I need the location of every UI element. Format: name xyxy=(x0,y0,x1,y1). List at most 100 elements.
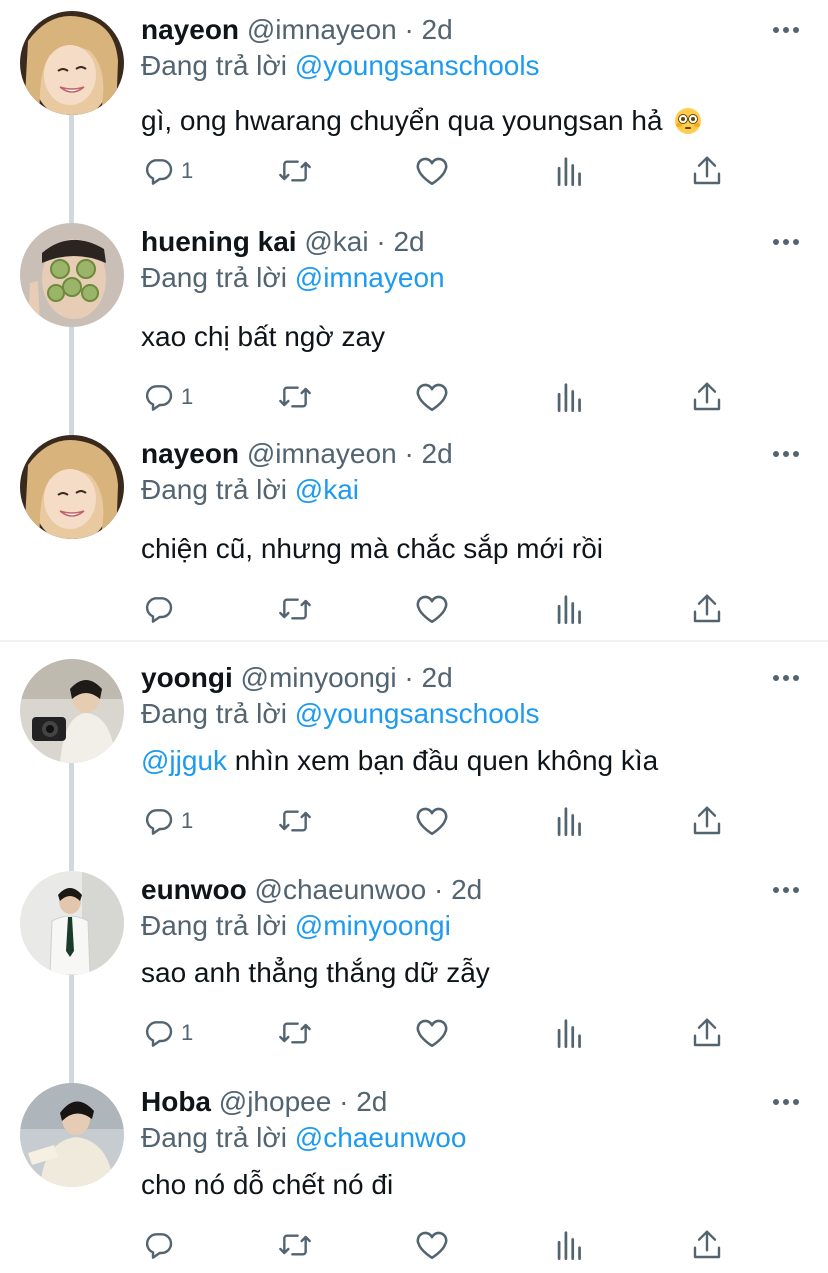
like-button[interactable] xyxy=(415,1016,449,1050)
tweet-header: nayeon @imnayeon · 2d xyxy=(141,13,453,47)
like-button[interactable] xyxy=(415,804,449,838)
retweet-icon xyxy=(279,386,311,408)
retweet-button[interactable] xyxy=(277,592,313,626)
replying-mention[interactable]: @imnayeon xyxy=(295,262,445,293)
share-button[interactable] xyxy=(692,380,722,414)
replying-mention[interactable]: @youngsanschools xyxy=(295,50,540,81)
views-button[interactable] xyxy=(556,804,584,838)
tweet-header: nayeon @imnayeon · 2d xyxy=(141,437,453,471)
reply-button[interactable] xyxy=(143,592,181,626)
views-icon xyxy=(557,1231,581,1260)
reply-button[interactable] xyxy=(143,1228,181,1262)
handle[interactable]: @minyoongi xyxy=(241,662,397,693)
separator: · xyxy=(376,226,386,257)
more-button[interactable] xyxy=(772,238,800,246)
flushed-face-emoji xyxy=(675,108,702,134)
share-icon xyxy=(693,382,721,411)
retweet-button[interactable] xyxy=(277,804,313,838)
views-button[interactable] xyxy=(556,380,584,414)
retweet-icon xyxy=(279,598,311,620)
reply-icon xyxy=(145,597,173,623)
reply-button[interactable]: 1 xyxy=(143,804,193,838)
replying-mention[interactable]: @youngsanschools xyxy=(295,698,540,729)
more-button[interactable] xyxy=(772,450,800,458)
like-button[interactable] xyxy=(415,1228,449,1262)
reply-button[interactable]: 1 xyxy=(143,380,193,414)
handle[interactable]: @chaeunwoo xyxy=(255,874,427,905)
nayeon-avatar xyxy=(20,435,124,539)
action-bar xyxy=(0,1228,828,1262)
views-button[interactable] xyxy=(556,1228,584,1262)
timestamp[interactable]: 2d xyxy=(422,662,453,693)
tweet[interactable]: Hoba @jhopee · 2d Đang trả lời @chaeunwo… xyxy=(0,1072,828,1273)
display-name[interactable]: nayeon xyxy=(141,14,239,45)
tweet[interactable]: eunwoo @chaeunwoo · 2d Đang trả lời @min… xyxy=(0,860,828,1072)
timestamp[interactable]: 2d xyxy=(451,874,482,905)
kai-avatar xyxy=(20,223,124,327)
reply-count: 1 xyxy=(181,808,194,833)
share-button[interactable] xyxy=(692,154,722,188)
share-button[interactable] xyxy=(692,1016,722,1050)
tweet[interactable]: huening kai @kai · 2d Đang trả lời @imna… xyxy=(0,212,828,424)
replying-mention[interactable]: @minyoongi xyxy=(295,910,451,941)
eunwoo-avatar xyxy=(20,871,124,975)
like-button[interactable] xyxy=(415,154,449,188)
share-button[interactable] xyxy=(692,592,722,626)
replying-mention[interactable]: @chaeunwoo xyxy=(295,1122,467,1153)
like-icon xyxy=(416,157,448,186)
avatar[interactable] xyxy=(20,435,124,539)
like-button[interactable] xyxy=(415,380,449,414)
timestamp[interactable]: 2d xyxy=(422,438,453,469)
handle[interactable]: @kai xyxy=(304,226,368,257)
timestamp[interactable]: 2d xyxy=(393,226,424,257)
timestamp[interactable]: 2d xyxy=(422,14,453,45)
handle[interactable]: @jhopee xyxy=(219,1086,332,1117)
replying-label: Đang trả lời xyxy=(141,50,287,81)
timestamp[interactable]: 2d xyxy=(356,1086,387,1117)
display-name[interactable]: yoongi xyxy=(141,662,233,693)
retweet-button[interactable] xyxy=(277,1016,313,1050)
display-name[interactable]: huening kai xyxy=(141,226,297,257)
more-button[interactable] xyxy=(772,1098,800,1106)
handle[interactable]: @imnayeon xyxy=(247,14,397,45)
retweet-button[interactable] xyxy=(277,154,313,188)
reply-button[interactable]: 1 xyxy=(143,154,193,188)
views-icon xyxy=(557,383,581,412)
more-button[interactable] xyxy=(772,886,800,894)
avatar[interactable] xyxy=(20,11,124,115)
reply-icon xyxy=(145,1233,173,1259)
tweet[interactable]: yoongi @minyoongi · 2d Đang trả lời @you… xyxy=(0,648,828,860)
retweet-icon xyxy=(279,810,311,832)
retweet-button[interactable] xyxy=(277,1228,313,1262)
retweet-icon xyxy=(279,1022,311,1044)
retweet-button[interactable] xyxy=(277,380,313,414)
display-name[interactable]: Hoba xyxy=(141,1086,211,1117)
avatar[interactable] xyxy=(20,659,124,763)
handle[interactable]: @imnayeon xyxy=(247,438,397,469)
replying-label: Đang trả lời xyxy=(141,262,287,293)
share-button[interactable] xyxy=(692,804,722,838)
action-bar: 1 xyxy=(0,804,828,838)
more-button[interactable] xyxy=(772,674,800,682)
reply-button[interactable]: 1 xyxy=(143,1016,193,1050)
more-button[interactable] xyxy=(772,26,800,34)
like-button[interactable] xyxy=(415,592,449,626)
replying-mention[interactable]: @kai xyxy=(295,474,359,505)
more-icon xyxy=(773,675,799,681)
separator: · xyxy=(433,874,444,905)
tweet-text-content: chiện cũ, nhưng mà chắc sắp mới rồi xyxy=(141,533,603,564)
tweet[interactable]: nayeon @imnayeon · 2d Đang trả lời @youn… xyxy=(0,0,828,212)
avatar[interactable] xyxy=(20,871,124,975)
display-name[interactable]: nayeon xyxy=(141,438,239,469)
views-button[interactable] xyxy=(556,1016,584,1050)
views-button[interactable] xyxy=(556,592,584,626)
more-icon xyxy=(773,887,799,893)
share-button[interactable] xyxy=(692,1228,722,1262)
views-button[interactable] xyxy=(556,154,584,188)
display-name[interactable]: eunwoo xyxy=(141,874,247,905)
tweet[interactable]: nayeon @imnayeon · 2d Đang trả lời @kai … xyxy=(0,424,828,640)
avatar[interactable] xyxy=(20,223,124,327)
like-icon xyxy=(416,1019,448,1048)
text-mention[interactable]: @jjguk xyxy=(141,745,227,776)
avatar[interactable] xyxy=(20,1083,124,1187)
